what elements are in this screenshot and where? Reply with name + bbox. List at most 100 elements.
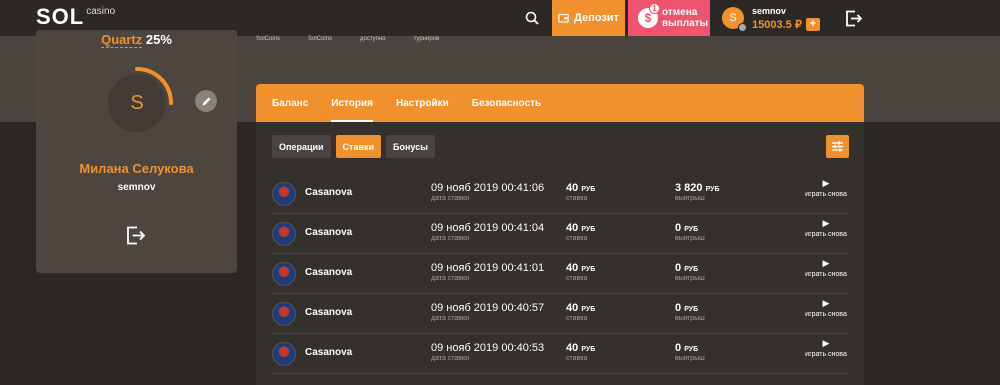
win-amount: 0 РУБ	[675, 222, 698, 234]
bet-amount: 40 РУБ	[566, 342, 595, 354]
win-amount: 3 820 РУБ	[675, 182, 720, 194]
game-name[interactable]: Casanova	[305, 187, 352, 198]
user-balance: 15003.5 ₽	[752, 18, 802, 31]
game-name[interactable]: Casanova	[305, 227, 352, 238]
play-again-button[interactable]: ▶ играть снова	[800, 217, 852, 238]
user-level-dot	[738, 23, 747, 32]
bet-currency: РУБ	[581, 306, 596, 313]
game-thumbnail[interactable]	[272, 302, 296, 326]
user-login: semnov	[752, 5, 787, 16]
logo[interactable]: SOL casino	[36, 4, 115, 32]
bet-amount-label: ставка	[566, 275, 588, 282]
cancel-count-badge: 1	[649, 3, 660, 14]
win-amount-label: выигрыш	[675, 275, 705, 282]
bet-date: 09 нояб 2019 00:41:06	[431, 182, 545, 194]
play-again-button[interactable]: ▶ играть снова	[800, 257, 852, 278]
game-thumbnail[interactable]	[272, 262, 296, 286]
game-thumbnail[interactable]	[272, 342, 296, 366]
filter-button[interactable]	[826, 135, 849, 158]
bet-row: Casanova 09 нояб 2019 00:41:04 дата став…	[272, 214, 848, 254]
bet-amount-label: ставка	[566, 235, 588, 242]
play-again-button[interactable]: ▶ играть снова	[800, 297, 852, 318]
win-amount-value: 0	[675, 302, 682, 314]
bet-amount: 40 РУБ	[566, 222, 595, 234]
win-amount-label: выигрыш	[675, 195, 705, 202]
deposit-button[interactable]: Депозит	[552, 0, 625, 36]
win-currency: РУБ	[684, 266, 699, 273]
bet-date-label: дата ставки	[431, 235, 470, 242]
win-amount-label: выигрыш	[675, 235, 705, 242]
play-again-label: играть снова	[805, 271, 847, 278]
bet-row: Casanova 09 нояб 2019 00:41:01 дата став…	[272, 254, 848, 294]
tab-security[interactable]: Безопасность	[472, 84, 541, 122]
play-icon: ▶	[822, 258, 830, 268]
play-again-button[interactable]: ▶ играть снова	[800, 337, 852, 358]
bet-amount: 40 РУБ	[566, 182, 595, 194]
bet-currency: РУБ	[581, 226, 596, 233]
game-name[interactable]: Casanova	[305, 347, 352, 358]
wallet-icon	[558, 13, 569, 23]
win-amount: 0 РУБ	[675, 342, 698, 354]
subtab-operations[interactable]: Операции	[272, 135, 331, 158]
win-amount: 0 РУБ	[675, 262, 698, 274]
bet-amount-label: ставка	[566, 355, 588, 362]
user-avatar-letter: S	[729, 12, 737, 24]
bet-amount-value: 40	[566, 342, 579, 354]
win-amount-value: 0	[675, 262, 682, 274]
tab-balance[interactable]: Баланс	[272, 84, 308, 122]
sliders-icon	[832, 141, 843, 152]
bet-row: Casanova 09 нояб 2019 00:40:53 дата став…	[272, 334, 848, 374]
tab-history[interactable]: История	[331, 84, 373, 122]
bet-row: Casanova 09 нояб 2019 00:40:57 дата став…	[272, 294, 848, 334]
profile-avatar[interactable]: S	[108, 74, 166, 132]
play-icon: ▶	[822, 178, 830, 188]
level-name[interactable]: Quartz	[101, 32, 143, 48]
stats-strip: SolCoins SolCoins доступно турниров	[256, 36, 467, 46]
bet-currency: РУБ	[581, 346, 596, 353]
stat-label: доступно	[360, 36, 386, 42]
stat-label: SolCoins	[256, 36, 281, 42]
avatar-progress: S	[100, 66, 174, 140]
logout-icon	[846, 10, 863, 26]
play-again-label: играть снова	[805, 231, 847, 238]
bet-date: 09 нояб 2019 00:41:04	[431, 222, 545, 234]
search-button[interactable]	[514, 0, 550, 36]
bet-date-label: дата ставки	[431, 195, 470, 202]
subtab-bets[interactable]: Ставки	[335, 135, 382, 158]
user-menu[interactable]: S semnov 15003.5 ₽ +	[722, 0, 832, 36]
win-amount-label: выигрыш	[675, 315, 705, 322]
history-subtabs: Операции Ставки Бонусы	[272, 135, 435, 158]
game-thumbnail[interactable]	[272, 182, 296, 206]
win-currency: РУБ	[684, 306, 699, 313]
win-currency: РУБ	[684, 226, 699, 233]
edit-profile-button[interactable]	[195, 90, 217, 112]
user-avatar[interactable]: S	[722, 7, 747, 32]
win-amount-label: выигрыш	[675, 355, 705, 362]
bet-amount: 40 РУБ	[566, 262, 595, 274]
win-amount-value: 0	[675, 222, 682, 234]
bet-currency: РУБ	[581, 186, 596, 193]
game-name[interactable]: Casanova	[305, 307, 352, 318]
subtab-bonuses[interactable]: Бонусы	[386, 135, 435, 158]
win-amount: 0 РУБ	[675, 302, 698, 314]
level-percent: 25%	[145, 32, 172, 47]
cancel-withdrawal-button[interactable]: $ 1 отмена выплаты	[628, 0, 710, 36]
stat-label: SolCoins	[308, 36, 333, 42]
bet-date-label: дата ставки	[431, 315, 470, 322]
play-again-button[interactable]: ▶ играть снова	[800, 177, 852, 198]
game-thumbnail[interactable]	[272, 222, 296, 246]
play-icon: ▶	[822, 298, 830, 308]
tab-settings[interactable]: Настройки	[396, 84, 449, 122]
bet-amount-label: ставка	[566, 315, 588, 322]
profile-login: semnov	[117, 182, 156, 193]
play-again-label: играть снова	[805, 191, 847, 198]
bet-date: 09 нояб 2019 00:41:01	[431, 262, 545, 274]
profile-logout-button[interactable]	[124, 223, 148, 247]
logo-sub-text: casino	[86, 6, 116, 17]
win-amount-value: 0	[675, 342, 682, 354]
game-name[interactable]: Casanova	[305, 267, 352, 278]
logout-icon	[127, 226, 146, 244]
header-logout-button[interactable]	[842, 6, 866, 30]
add-funds-button[interactable]: +	[805, 17, 820, 31]
bet-amount-value: 40	[566, 262, 579, 274]
